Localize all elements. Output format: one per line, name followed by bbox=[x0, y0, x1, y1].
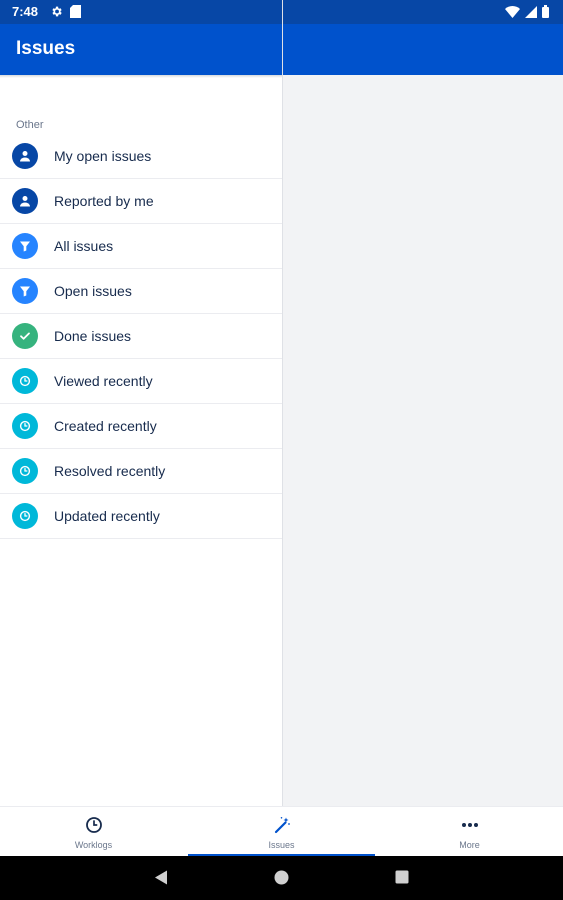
home-icon[interactable] bbox=[273, 869, 290, 891]
settings-icon bbox=[50, 5, 63, 23]
bottom-nav: Worklogs Issues More bbox=[0, 806, 563, 857]
magic-wand-icon bbox=[272, 815, 292, 835]
filter-item-done-issues[interactable]: Done issues bbox=[0, 314, 282, 359]
sd-card-icon bbox=[70, 5, 81, 23]
filter-item-label: Reported by me bbox=[54, 193, 154, 209]
filter-item-label: Viewed recently bbox=[54, 373, 153, 389]
filter-item-label: All issues bbox=[54, 238, 114, 254]
filter-icon bbox=[12, 278, 38, 304]
pane-divider bbox=[282, 0, 283, 900]
battery-icon bbox=[542, 5, 549, 23]
tab-label: Worklogs bbox=[74, 840, 113, 850]
recents-icon[interactable] bbox=[394, 869, 410, 890]
status-time: 7:48 bbox=[12, 4, 39, 19]
status-left-icons bbox=[50, 5, 81, 23]
tab-label: More bbox=[459, 840, 480, 850]
filter-item-reported-by-me[interactable]: Reported by me bbox=[0, 179, 282, 224]
filter-icon bbox=[12, 233, 38, 259]
filter-item-label: Updated recently bbox=[54, 508, 160, 524]
tab-worklogs[interactable]: Worklogs bbox=[0, 807, 187, 857]
filter-item-updated-recently[interactable]: Updated recently bbox=[0, 494, 282, 539]
more-dots-icon bbox=[460, 815, 480, 835]
filter-list: My open issues Reported by me All issues… bbox=[0, 134, 282, 539]
page-title: Issues bbox=[16, 38, 76, 59]
clock-icon bbox=[12, 368, 38, 394]
filter-item-my-open-issues[interactable]: My open issues bbox=[0, 134, 282, 179]
tab-label: Issues bbox=[268, 840, 295, 850]
filter-item-label: Open issues bbox=[54, 283, 132, 299]
filter-item-label: Resolved recently bbox=[54, 463, 166, 479]
tab-issues[interactable]: Issues bbox=[188, 807, 375, 857]
clock-icon bbox=[12, 413, 38, 439]
app-bar-shadow bbox=[0, 75, 282, 78]
person-icon bbox=[12, 188, 38, 214]
filter-item-resolved-recently[interactable]: Resolved recently bbox=[0, 449, 282, 494]
system-nav-bar bbox=[0, 856, 563, 900]
back-icon[interactable] bbox=[153, 869, 169, 891]
wifi-icon bbox=[505, 5, 520, 23]
filters-panel: Other My open issues Reported by me All … bbox=[0, 75, 282, 806]
status-right-icons bbox=[505, 5, 549, 23]
filter-item-created-recently[interactable]: Created recently bbox=[0, 404, 282, 449]
clock-icon bbox=[84, 815, 104, 835]
detail-panel bbox=[283, 75, 563, 806]
filter-item-open-issues[interactable]: Open issues bbox=[0, 269, 282, 314]
clock-icon bbox=[12, 458, 38, 484]
filter-item-label: My open issues bbox=[54, 148, 152, 164]
person-icon bbox=[12, 143, 38, 169]
signal-icon bbox=[525, 5, 537, 23]
check-icon bbox=[12, 323, 38, 349]
tab-more[interactable]: More bbox=[376, 807, 563, 857]
screen: 7:48 Issues Other My open issues Reporte… bbox=[0, 0, 563, 900]
filter-item-all-issues[interactable]: All issues bbox=[0, 224, 282, 269]
filter-item-label: Done issues bbox=[54, 328, 132, 344]
clock-icon bbox=[12, 503, 38, 529]
filter-item-label: Created recently bbox=[54, 418, 157, 434]
section-label: Other bbox=[16, 119, 44, 131]
filter-item-viewed-recently[interactable]: Viewed recently bbox=[0, 359, 282, 404]
